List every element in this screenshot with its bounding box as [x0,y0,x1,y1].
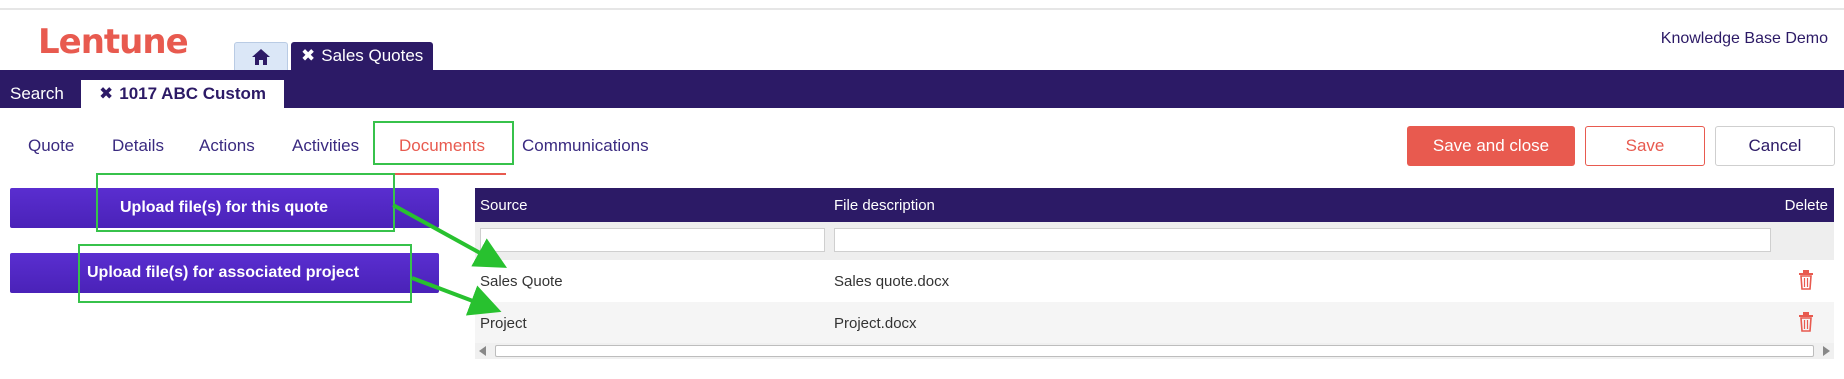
active-tab-indicator [382,173,506,175]
table-row[interactable]: Project Project.docx [475,302,1834,344]
tab-communications[interactable]: Communications [522,136,649,156]
highlight-upload-project [78,244,412,303]
highlight-upload-quote [96,173,395,232]
tab-quote[interactable]: Quote [28,136,74,156]
scroll-right-icon[interactable] [1823,346,1830,356]
horizontal-scrollbar[interactable] [475,343,1834,359]
app-logo: Lentune [38,22,189,62]
cell-file-description: Sales quote.docx [834,273,950,290]
account-name[interactable]: Knowledge Base Demo [1661,30,1828,48]
grid-header: Source File description Delete [475,188,1834,222]
close-icon[interactable]: ✖ [99,84,113,104]
save-and-close-button[interactable]: Save and close [1407,126,1575,166]
grid-filter-row [475,222,1834,260]
source-filter-input[interactable] [480,228,825,252]
highlight-documents-tab [373,121,514,165]
tab-details[interactable]: Details [112,136,164,156]
documents-grid: Source File description Delete Sales Quo… [475,188,1834,344]
close-icon[interactable]: ✖ [301,46,315,66]
top-divider [0,8,1844,10]
trash-icon[interactable] [1798,270,1814,290]
trash-icon[interactable] [1798,312,1814,332]
record-tab[interactable]: ✖ 1017 ABC Custom [81,80,284,108]
record-tab-label: 1017 ABC Custom [119,84,266,103]
nav-search[interactable]: Search [10,84,64,104]
column-header-source[interactable]: Source [480,197,528,214]
description-filter-input[interactable] [834,228,1771,252]
home-icon [252,48,270,65]
tab-activities[interactable]: Activities [292,136,359,156]
cell-source: Sales Quote [480,273,563,290]
tab-sales-quotes[interactable]: ✖ Sales Quotes [291,42,434,70]
column-header-file-description[interactable]: File description [834,197,935,214]
home-tab[interactable] [234,42,288,70]
tab-actions[interactable]: Actions [199,136,255,156]
cancel-button[interactable]: Cancel [1715,126,1835,166]
scroll-thumb[interactable] [495,345,1814,357]
save-button[interactable]: Save [1585,126,1705,166]
tab-label: Sales Quotes [321,46,424,65]
table-row[interactable]: Sales Quote Sales quote.docx [475,260,1834,302]
column-header-delete: Delete [1784,197,1828,214]
scroll-left-icon[interactable] [479,346,486,356]
cell-source: Project [480,315,527,332]
cell-file-description: Project.docx [834,315,917,332]
